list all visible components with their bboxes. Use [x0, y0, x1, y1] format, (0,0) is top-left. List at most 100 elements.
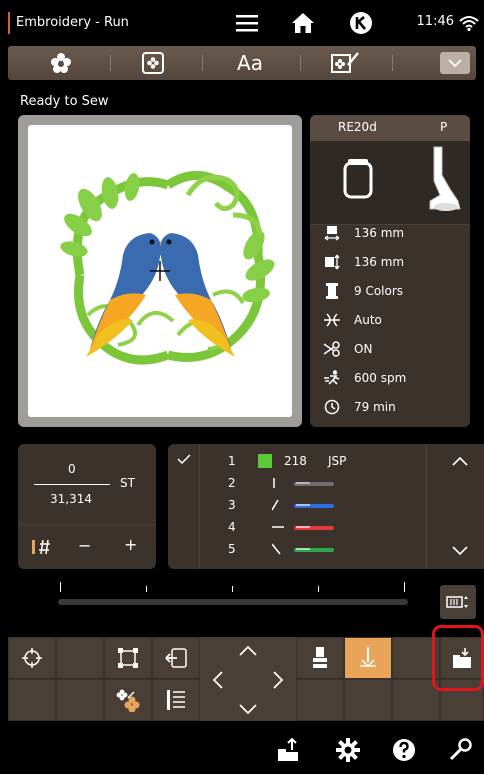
- embroidery-design-image: [60, 171, 275, 365]
- color-sort-button[interactable]: [104, 679, 152, 721]
- tab-divider: [110, 55, 111, 71]
- carriage-arrow-icon: [165, 648, 187, 668]
- tab-embroidery-design[interactable]: [36, 48, 86, 78]
- speed-runner-icon: [324, 369, 340, 385]
- stitch-unit: ST: [120, 476, 135, 490]
- stitch-counter-panel: 0 ST 31,314 − +: [18, 444, 156, 569]
- move-down-icon[interactable]: [238, 703, 258, 715]
- thread-index: 1: [228, 454, 236, 468]
- slider-tick: [60, 582, 61, 592]
- hoop-foot-display: [310, 141, 470, 225]
- total-stitches: 31,314: [50, 492, 92, 506]
- thread-list-button[interactable]: [152, 679, 200, 721]
- design-preview[interactable]: [28, 125, 292, 417]
- tool-empty: [56, 679, 104, 721]
- thread-row-5[interactable]: 5: [228, 538, 448, 560]
- thread-index: 4: [228, 520, 236, 534]
- cutter-value: ON: [354, 341, 373, 356]
- brand-logo-icon[interactable]: [344, 8, 378, 38]
- scroll-down-icon[interactable]: [452, 546, 468, 556]
- slider-mode-button[interactable]: [440, 585, 476, 619]
- info-row-speed: 600 spm: [310, 363, 470, 392]
- clock: 11:46: [416, 14, 454, 29]
- presser-foot-button[interactable]: [296, 637, 344, 679]
- info-row-height: 136 mm: [310, 247, 470, 276]
- thread-number: 218: [284, 454, 307, 468]
- info-row-tension: Auto: [310, 305, 470, 334]
- scroll-up-icon[interactable]: [452, 456, 468, 466]
- tool-empty: [8, 679, 56, 721]
- flower-icon: [51, 53, 71, 73]
- settings-gear-icon[interactable]: [336, 738, 360, 762]
- height-value: 136 mm: [354, 254, 405, 269]
- presser-foot-icon: [429, 146, 461, 211]
- clock-icon: [324, 399, 340, 414]
- color-flower-icon: [116, 689, 140, 712]
- colors-value: 9 Colors: [354, 283, 404, 298]
- move-carriage-button[interactable]: [152, 637, 200, 679]
- thread-line-icon: [272, 543, 334, 555]
- center-position-button[interactable]: [8, 637, 56, 679]
- trace-frame-icon: [118, 648, 138, 668]
- frame-adjust-icon: [446, 596, 468, 608]
- height-icon: [325, 254, 340, 269]
- thread-row-2[interactable]: 2: [228, 472, 448, 494]
- thread-line-icon: [272, 526, 334, 530]
- current-stitch: 0: [68, 462, 76, 476]
- tool-empty: [56, 637, 104, 679]
- home-icon[interactable]: [286, 8, 320, 38]
- thread-line-icon: [273, 478, 334, 488]
- export-icon[interactable]: [276, 738, 300, 762]
- stitch-jump-button[interactable]: [24, 532, 58, 562]
- info-row-time: 79 min: [310, 392, 470, 421]
- thread-row-3[interactable]: 3: [228, 494, 448, 516]
- tab-text-lettering[interactable]: Aa: [222, 48, 278, 78]
- menu-icon[interactable]: [230, 8, 264, 38]
- highlight-annotation: [432, 625, 484, 691]
- tab-edit-pattern[interactable]: [320, 48, 370, 78]
- width-value: 136 mm: [354, 225, 405, 240]
- needle-hash-icon: [32, 539, 50, 555]
- fraction-line: [34, 484, 110, 485]
- checkmark-icon: [177, 454, 191, 464]
- tool-empty: [296, 679, 344, 721]
- move-left-icon[interactable]: [212, 670, 224, 690]
- divider: [18, 524, 156, 525]
- speed-value: 600 spm: [354, 370, 407, 385]
- tab-divider: [202, 55, 203, 71]
- tension-icon: [324, 312, 340, 327]
- stitch-minus-button[interactable]: −: [78, 536, 91, 555]
- info-row-width: 136 mm: [310, 218, 470, 247]
- sewing-status-text: Ready to Sew: [20, 94, 109, 109]
- wifi-icon: [458, 8, 480, 38]
- thread-line-icon: [272, 499, 334, 511]
- tab-divider: [300, 55, 301, 71]
- presser-foot-label: P: [440, 120, 448, 134]
- select-all-column[interactable]: [168, 444, 200, 569]
- tab-frame-pattern[interactable]: [128, 48, 178, 78]
- help-icon[interactable]: [392, 738, 416, 762]
- thread-index: 3: [228, 498, 236, 512]
- move-up-icon[interactable]: [238, 645, 258, 657]
- bobbin-icon: [343, 159, 373, 199]
- needle-position-button[interactable]: [344, 637, 392, 679]
- thread-row-4[interactable]: 4: [228, 516, 448, 538]
- chevron-down-icon: [448, 58, 462, 67]
- tension-value: Auto: [354, 312, 382, 327]
- stitch-plus-button[interactable]: +: [124, 535, 137, 554]
- thread-cutter-icon: [323, 340, 340, 357]
- app-title: Embroidery - Run: [8, 12, 129, 34]
- info-row-cutter: ON: [310, 334, 470, 363]
- slider-tick: [404, 582, 405, 592]
- info-row-colors: 9 Colors: [310, 276, 470, 305]
- maintenance-wrench-icon[interactable]: [448, 738, 472, 762]
- edit-flower-icon: [331, 52, 359, 73]
- move-right-icon[interactable]: [272, 670, 284, 690]
- thread-color-swatch: [258, 454, 272, 468]
- presser-foot-lift-icon: [313, 647, 327, 668]
- stitch-progress-slider[interactable]: [58, 599, 408, 605]
- tool-empty: [344, 679, 392, 721]
- thread-row-1[interactable]: 1 218 JSP: [228, 450, 448, 472]
- expand-toolbar-button[interactable]: [440, 52, 470, 74]
- trial-frame-button[interactable]: [104, 637, 152, 679]
